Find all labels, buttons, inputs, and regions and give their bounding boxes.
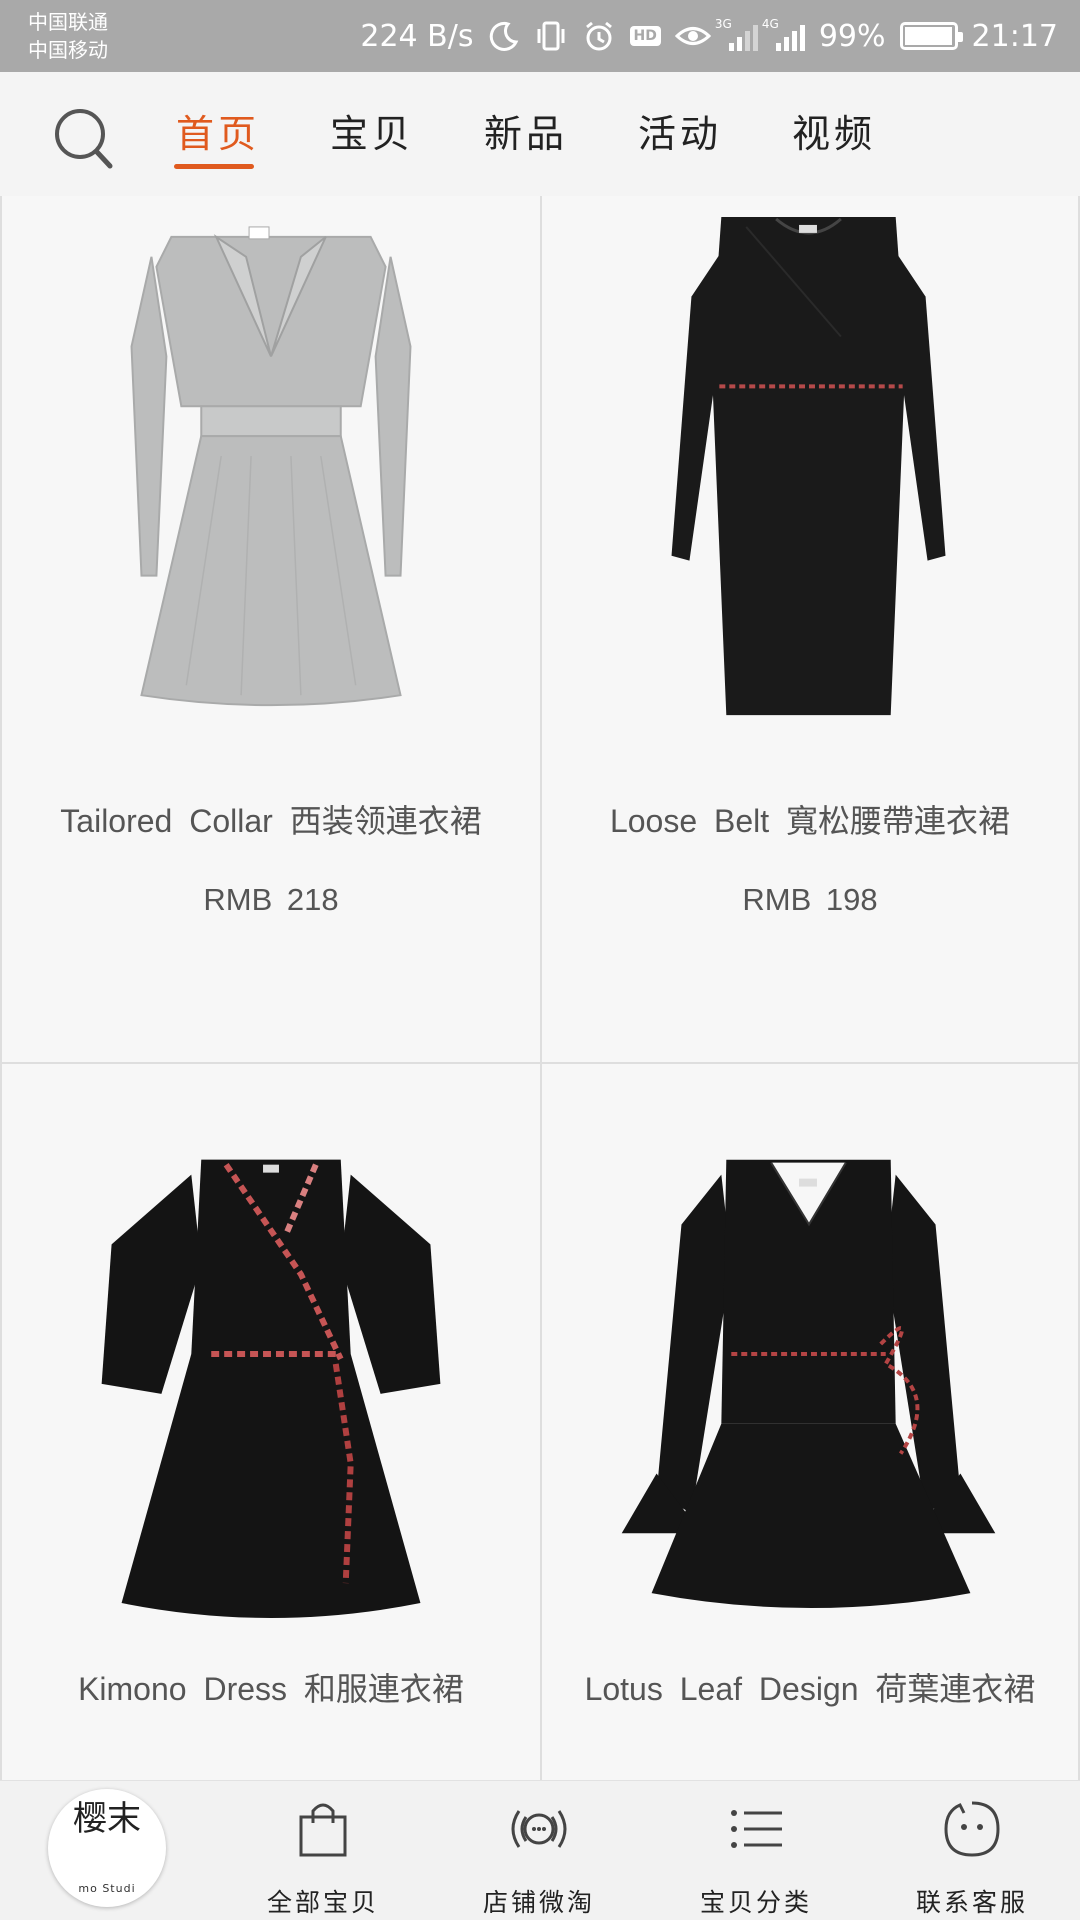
vibrate-icon <box>534 19 568 53</box>
battery-icon <box>899 22 963 50</box>
product-image <box>671 216 946 716</box>
carrier-1: 中国联通 <box>28 10 108 34</box>
product-image <box>130 226 412 707</box>
logo-english: mo Studi <box>78 1882 136 1895</box>
carrier-2: 中国移动 <box>28 38 108 62</box>
signal-3g-icon: 3G <box>715 17 758 51</box>
product-card[interactable]: Lotus Leaf Design 荷葉連衣裙 <box>542 1064 1080 1780</box>
product-grid: Tailored Collar 西装领連衣裙 RMB 218 Loose Bel… <box>0 196 1080 1780</box>
network-speed: 224 B/s <box>360 18 474 54</box>
product-price: RMB 218 <box>203 882 339 917</box>
tab-label: 店铺微淘 <box>482 1888 595 1917</box>
status-icons: 224 B/s HD 3G 4G 99% 21:17 <box>360 0 1058 72</box>
search-button[interactable] <box>52 106 118 172</box>
alarm-icon <box>582 19 616 53</box>
battery-fill <box>904 27 953 45</box>
logo-chinese: 樱末 <box>73 1799 141 1839</box>
eye-icon <box>674 21 711 51</box>
tab-video[interactable]: 视频 <box>790 72 944 196</box>
product-title: Loose Belt 寬松腰帶連衣裙 <box>609 803 1011 839</box>
product-title: Tailored Collar 西装领連衣裙 <box>60 803 482 839</box>
tab-shop-feed[interactable]: 店铺微淘 <box>449 1791 629 1917</box>
search-icon <box>55 109 113 169</box>
battery-percent: 99% <box>818 18 886 54</box>
tab-label: 宝贝分类 <box>699 1888 812 1917</box>
status-bar: 中国联通 中国移动 224 B/s HD 3G 4G 99% 21:17 <box>0 0 1080 72</box>
tab-items[interactable]: 宝贝 <box>328 72 482 196</box>
product-image <box>101 1159 441 1618</box>
tab-new[interactable]: 新品 <box>482 72 636 196</box>
hd-icon: HD <box>629 26 661 46</box>
nav-tabs: 首页 宝贝 新品 活动 视频 <box>174 72 944 196</box>
net-4g-label: 4G <box>761 17 779 31</box>
list-icon <box>731 1810 782 1848</box>
clock: 21:17 <box>971 18 1058 54</box>
bag-icon <box>299 1803 347 1857</box>
product-title: Lotus Leaf Design 荷葉連衣裙 <box>584 1671 1036 1707</box>
product-price: RMB 198 <box>742 882 878 917</box>
tab-all-items[interactable]: 全部宝贝 <box>233 1791 413 1917</box>
broadcast-icon <box>511 1810 567 1848</box>
moon-icon <box>488 20 520 52</box>
product-card[interactable]: Kimono Dress 和服連衣裙 <box>0 1064 542 1780</box>
tab-label: 联系客服 <box>915 1888 1028 1917</box>
shop-logo[interactable]: 樱末 mo Studi <box>48 1789 166 1907</box>
top-nav: 首页 宝贝 新品 活动 视频 <box>0 72 1080 196</box>
bottom-tab-bar: 樱末 mo Studi 全部宝贝 店铺微淘 宝贝分类 联系客服 <box>0 1780 1080 1920</box>
tab-events[interactable]: 活动 <box>636 72 790 196</box>
signal-4g-icon: 4G <box>762 17 805 51</box>
product-title: Kimono Dress 和服連衣裙 <box>78 1671 464 1707</box>
product-image <box>621 1159 996 1609</box>
tab-customer-service[interactable]: 联系客服 <box>882 1791 1062 1917</box>
tab-label: 全部宝贝 <box>266 1888 379 1917</box>
tab-home[interactable]: 首页 <box>174 72 328 196</box>
net-3g-label: 3G <box>714 17 732 31</box>
product-card[interactable]: Tailored Collar 西装领連衣裙 RMB 218 <box>0 196 542 1064</box>
tab-categories[interactable]: 宝贝分类 <box>666 1791 846 1917</box>
product-card[interactable]: Loose Belt 寬松腰帶連衣裙 RMB 198 <box>542 196 1080 1064</box>
chat-face-icon <box>944 1801 1000 1857</box>
carrier-info: 中国联通 中国移动 <box>28 8 108 64</box>
